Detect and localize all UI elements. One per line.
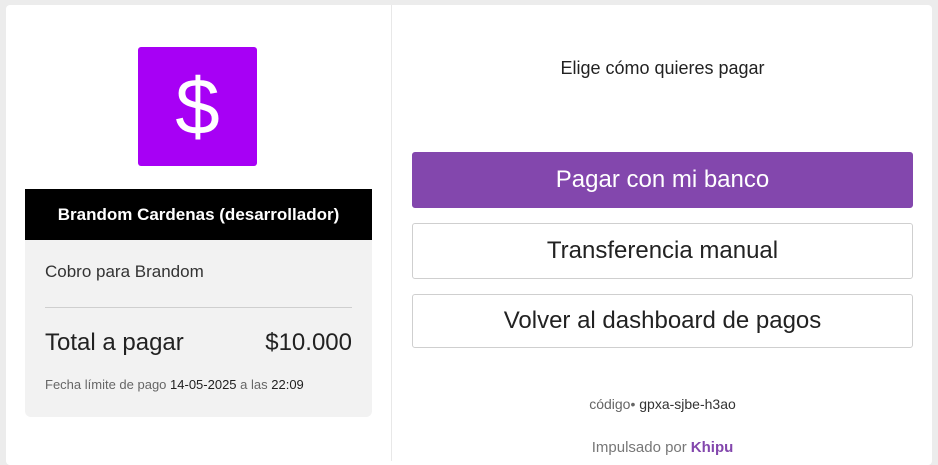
- payment-code: código• gpxa-sjbe-h3ao: [412, 396, 913, 412]
- manual-transfer-button[interactable]: Transferencia manual: [412, 223, 913, 279]
- manual-transfer-label: Transferencia manual: [546, 237, 779, 264]
- merchant-logo: $: [138, 47, 257, 166]
- summary-divider: [45, 307, 352, 308]
- payment-subject: Cobro para Brandom: [45, 262, 204, 281]
- payment-method-heading: Elige cómo quieres pagar: [560, 58, 765, 78]
- deadline-label: Fecha límite de pago: [45, 377, 167, 392]
- deadline-info: Fecha límite de pago 14-05-2025 a las 22…: [45, 377, 304, 392]
- powered-by: Impulsado por Khipu: [412, 439, 913, 456]
- pay-with-bank-label: Pagar con mi banco: [555, 166, 770, 193]
- payment-summary: Cobro para Brandom Total a pagar $10.000…: [25, 240, 372, 417]
- merchant-name-bar: Brandom Cardenas (desarrollador): [25, 189, 372, 240]
- back-to-dashboard-label: Volver al dashboard de pagos: [503, 307, 822, 334]
- total-label: Total a pagar: [45, 329, 184, 356]
- pay-with-bank-button[interactable]: Pagar con mi banco: [412, 152, 913, 208]
- deadline-date: 14-05-2025: [170, 377, 237, 392]
- deadline-time: 22:09: [271, 377, 304, 392]
- deadline-connector: a las: [240, 377, 268, 392]
- dollar-icon: $: [175, 61, 220, 151]
- total-amount: $10.000: [265, 329, 352, 356]
- code-bullet: •: [630, 396, 636, 412]
- back-to-dashboard-button[interactable]: Volver al dashboard de pagos: [412, 294, 913, 348]
- khipu-logo: Khipu: [690, 439, 734, 456]
- merchant-name: Brandom Cardenas (desarrollador): [57, 204, 340, 224]
- code-value: gpxa-sjbe-h3ao: [639, 396, 736, 412]
- code-label: código: [589, 396, 631, 412]
- powered-label: Impulsado por: [591, 439, 687, 456]
- column-divider: [391, 5, 392, 461]
